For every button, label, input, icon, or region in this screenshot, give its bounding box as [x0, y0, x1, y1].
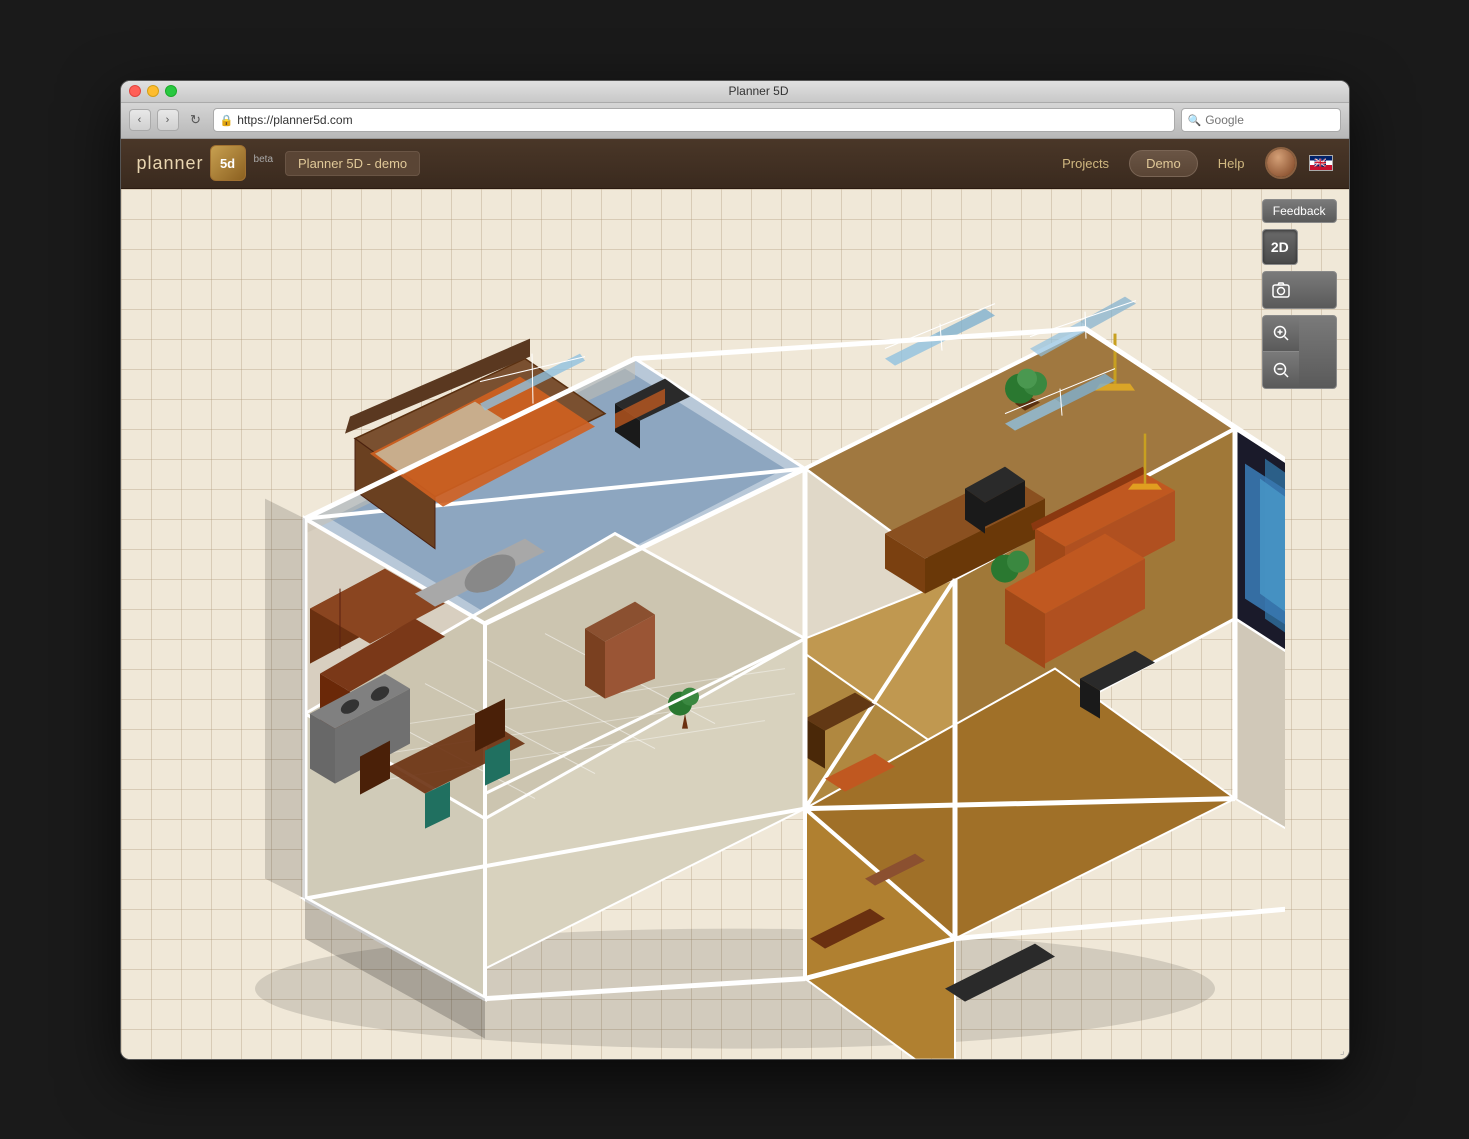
floorplan-svg [185, 238, 1285, 1058]
camera-icon [1272, 281, 1290, 299]
forward-button[interactable]: › [157, 109, 179, 131]
resize-handle[interactable]: ⌟ [1340, 1046, 1345, 1057]
main-canvas[interactable]: Feedback 2D [121, 189, 1349, 1059]
project-name[interactable]: Planner 5D - demo [285, 151, 420, 176]
browser-window: Planner 5D ‹ › ↻ 🔒 🔍 planner 5d beta Pla… [120, 80, 1350, 1060]
minimize-button[interactable] [147, 85, 159, 97]
search-input[interactable] [1205, 113, 1333, 127]
maximize-button[interactable] [165, 85, 177, 97]
zoom-out-icon [1272, 361, 1290, 379]
search-bar[interactable]: 🔍 [1181, 108, 1341, 132]
logo-area: planner 5d beta [137, 145, 274, 181]
back-button[interactable]: ‹ [129, 109, 151, 131]
address-bar[interactable]: 🔒 [213, 108, 1175, 132]
zoom-group [1262, 315, 1337, 389]
view-2d-button[interactable]: 2D [1262, 229, 1298, 265]
screenshot-button[interactable] [1263, 272, 1299, 308]
window-controls [129, 85, 177, 97]
reload-button[interactable]: ↻ [185, 109, 207, 131]
language-flag-icon[interactable]: 🇬🇧 [1309, 155, 1333, 171]
zoom-in-icon [1272, 324, 1290, 342]
right-toolbar: Feedback 2D [1262, 199, 1337, 389]
logo-text: planner [137, 153, 204, 174]
demo-button[interactable]: Demo [1129, 150, 1198, 177]
browser-toolbar: ‹ › ↻ 🔒 🔍 [121, 103, 1349, 139]
search-icon: 🔍 [1188, 114, 1202, 127]
zoom-in-button[interactable] [1263, 316, 1299, 352]
projects-nav-button[interactable]: Projects [1054, 152, 1117, 175]
toolbar-group [1262, 271, 1337, 309]
logo-badge: 5d [210, 145, 246, 181]
avatar-image [1267, 149, 1295, 177]
help-nav-button[interactable]: Help [1210, 152, 1253, 175]
window-title: Planner 5D [177, 84, 1341, 98]
zoom-out-button[interactable] [1263, 352, 1299, 388]
app-header: planner 5d beta Planner 5D - demo Projec… [121, 139, 1349, 189]
floorplan-container [121, 189, 1349, 1059]
close-button[interactable] [129, 85, 141, 97]
title-bar: Planner 5D [121, 81, 1349, 103]
url-input[interactable] [237, 113, 1167, 127]
beta-label: beta [254, 154, 273, 165]
feedback-button[interactable]: Feedback [1262, 199, 1337, 223]
lock-icon: 🔒 [220, 114, 234, 127]
avatar[interactable] [1265, 147, 1297, 179]
